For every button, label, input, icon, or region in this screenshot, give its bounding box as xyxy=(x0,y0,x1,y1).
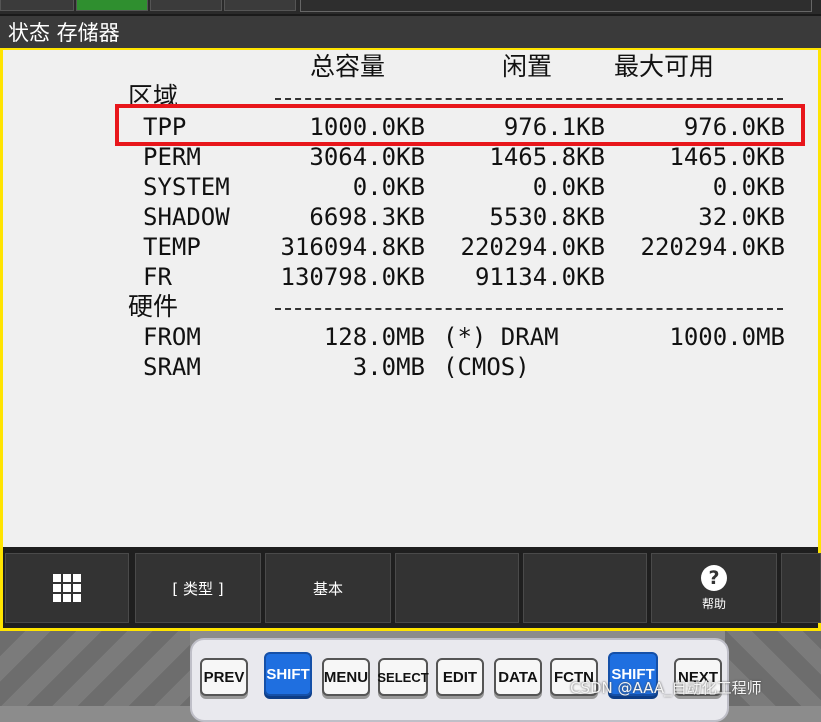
row-free: 1465.8KB xyxy=(489,143,605,171)
row-free: 0.0KB xyxy=(532,173,605,201)
row-name: FR xyxy=(143,263,172,291)
row-name: FROM xyxy=(143,323,201,351)
screen-title: 状态 存储器 xyxy=(0,16,821,50)
section-hardware-label: 硬件 xyxy=(128,292,179,321)
prev-key[interactable]: PREV xyxy=(200,658,248,696)
row-total: 3.0MB xyxy=(352,353,425,381)
shift-left-key[interactable]: SHIFT xyxy=(264,652,312,696)
section-divider xyxy=(275,308,783,310)
top-status-field xyxy=(300,0,812,12)
row-total: 128.0MB xyxy=(323,323,425,351)
help-icon: ? xyxy=(701,564,727,591)
header-max-available: 最大可用 xyxy=(614,52,715,81)
type-softkey[interactable]: [ 类型 ] xyxy=(135,553,261,623)
row-free: 91134.0KB xyxy=(474,263,605,291)
row-total: 130798.0KB xyxy=(280,263,426,291)
row-max: 1000.0MB xyxy=(669,323,785,351)
tpp-highlight-box xyxy=(115,104,805,146)
basic-softkey-label: 基本 xyxy=(312,579,343,598)
top-softkey-strip xyxy=(0,0,821,16)
menu-grid-softkey[interactable] xyxy=(5,553,129,623)
row-free: 220294.0KB xyxy=(460,233,606,261)
row-note: (*) DRAM xyxy=(443,323,559,351)
menu-key[interactable]: MENU xyxy=(322,658,370,696)
blank-softkey-7[interactable] xyxy=(781,553,821,623)
help-softkey[interactable]: ? 帮助 xyxy=(651,553,777,623)
row-name: PERM xyxy=(143,143,201,171)
basic-softkey[interactable]: 基本 xyxy=(265,553,391,623)
top-key-4[interactable] xyxy=(224,0,296,11)
row-max: 220294.0KB xyxy=(640,233,786,261)
softkey-bar: [ 类型 ] 基本 ? 帮助 xyxy=(0,547,821,631)
row-free: 5530.8KB xyxy=(489,203,605,231)
row-max: 0.0KB xyxy=(712,173,785,201)
row-max: 1465.0KB xyxy=(669,143,785,171)
help-softkey-label: 帮助 xyxy=(701,596,726,611)
row-max: 32.0KB xyxy=(698,203,785,231)
row-total: 0.0KB xyxy=(352,173,425,201)
section-divider xyxy=(275,98,783,100)
background-floor-left xyxy=(0,631,190,706)
select-key[interactable]: SELECT xyxy=(377,658,429,696)
watermark-text: CSDN @AAA_自动化工程师 xyxy=(570,679,762,697)
edit-key[interactable]: EDIT xyxy=(436,658,484,696)
data-key[interactable]: DATA xyxy=(494,658,542,696)
top-key-3[interactable] xyxy=(150,0,222,11)
type-softkey-label: [ 类型 ] xyxy=(172,579,224,598)
row-name: SRAM xyxy=(143,353,201,381)
row-total: 3064.0KB xyxy=(309,143,425,171)
header-free: 闲置 xyxy=(502,52,553,81)
row-total: 6698.3KB xyxy=(309,203,425,231)
blank-softkey-4[interactable] xyxy=(395,553,519,623)
row-name: TEMP xyxy=(143,233,201,261)
top-key-1[interactable] xyxy=(0,0,74,11)
blank-softkey-5[interactable] xyxy=(523,553,647,623)
header-total: 总容量 xyxy=(310,52,386,81)
row-name: SHADOW xyxy=(143,203,230,231)
top-key-2[interactable] xyxy=(76,0,148,11)
row-note: (CMOS) xyxy=(443,353,530,381)
grid-menu-icon xyxy=(53,574,81,602)
row-name: SYSTEM xyxy=(143,173,230,201)
row-total: 316094.8KB xyxy=(280,233,426,261)
